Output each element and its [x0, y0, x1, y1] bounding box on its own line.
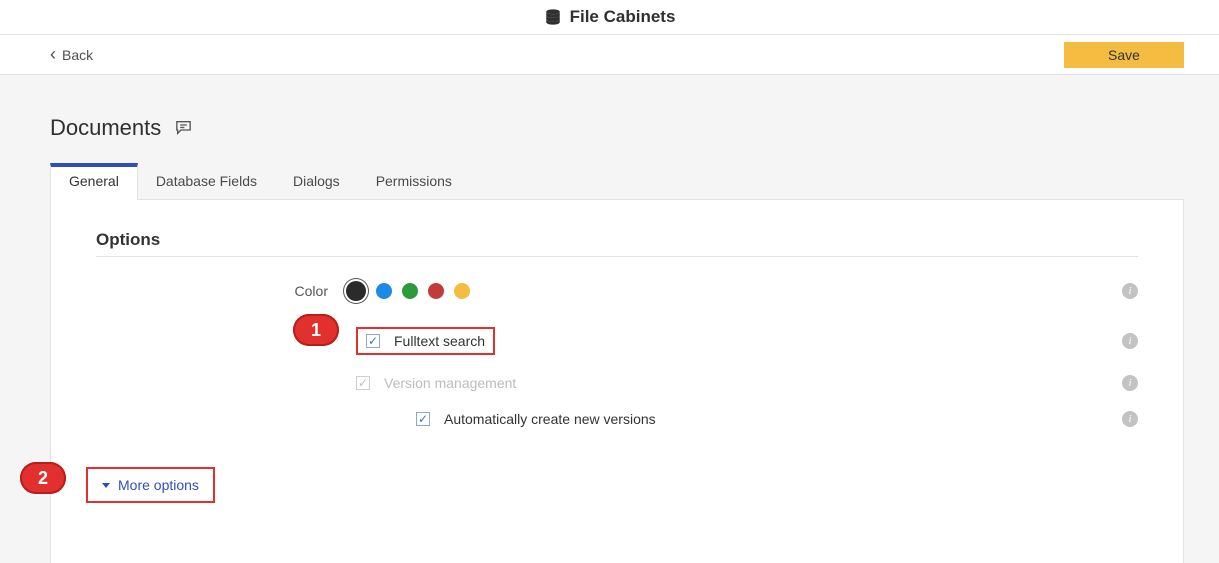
more-options-label: More options	[118, 477, 199, 493]
database-icon	[544, 8, 562, 26]
info-icon[interactable]: i	[1122, 333, 1138, 349]
auto-versions-label: Automatically create new versions	[444, 411, 656, 427]
annotation-box-1: Fulltext search	[356, 327, 495, 355]
tab-database-fields[interactable]: Database Fields	[138, 163, 275, 199]
more-options-toggle[interactable]: More options	[86, 467, 215, 503]
tab-label: Dialogs	[293, 173, 340, 189]
callout-text: 1	[311, 320, 321, 341]
color-swatch-green[interactable]	[402, 283, 418, 299]
tab-dialogs[interactable]: Dialogs	[275, 163, 358, 199]
color-swatch-red[interactable]	[428, 283, 444, 299]
color-label: Color	[96, 283, 346, 299]
page-title-row: Documents	[50, 115, 1184, 141]
save-button[interactable]: Save	[1064, 42, 1184, 68]
options-panel: Options Color i Fulltext search i Ve	[50, 200, 1184, 563]
auto-versions-row: Automatically create new versions i	[416, 411, 1138, 427]
tab-bar: General Database Fields Dialogs Permissi…	[50, 163, 1184, 200]
action-bar: Back Save	[0, 35, 1219, 75]
version-mgmt-row: Version management i	[356, 375, 1138, 391]
page-title: Documents	[50, 115, 161, 141]
version-mgmt-checkbox	[356, 376, 370, 390]
color-swatch-black[interactable]	[346, 281, 366, 301]
content-canvas: Documents General Database Fields Dialog…	[0, 75, 1219, 563]
tab-general[interactable]: General	[50, 163, 138, 200]
back-button[interactable]: Back	[50, 44, 93, 65]
options-heading: Options	[96, 230, 1138, 257]
color-row: Color i	[96, 281, 1138, 301]
app-title: File Cabinets	[544, 7, 676, 27]
color-swatches	[346, 281, 470, 301]
tab-label: Database Fields	[156, 173, 257, 189]
callout-text: 2	[38, 468, 48, 489]
info-icon[interactable]: i	[1122, 375, 1138, 391]
color-swatch-amber[interactable]	[454, 283, 470, 299]
version-mgmt-label: Version management	[384, 375, 516, 391]
fulltext-row: Fulltext search i	[356, 327, 1138, 355]
back-label: Back	[62, 47, 93, 63]
auto-versions-checkbox[interactable]	[416, 412, 430, 426]
fulltext-checkbox[interactable]	[366, 334, 380, 348]
annotation-callout-2: 2	[20, 462, 66, 494]
app-header: File Cabinets	[0, 0, 1219, 35]
tab-permissions[interactable]: Permissions	[358, 163, 470, 199]
app-title-text: File Cabinets	[570, 7, 676, 27]
info-icon[interactable]: i	[1122, 411, 1138, 427]
fulltext-label: Fulltext search	[394, 333, 485, 349]
tab-label: Permissions	[376, 173, 452, 189]
color-swatch-blue[interactable]	[376, 283, 392, 299]
annotation-callout-1: 1	[293, 314, 339, 346]
comment-icon[interactable]	[175, 115, 192, 141]
info-icon[interactable]: i	[1122, 283, 1138, 299]
tab-label: General	[69, 173, 119, 189]
